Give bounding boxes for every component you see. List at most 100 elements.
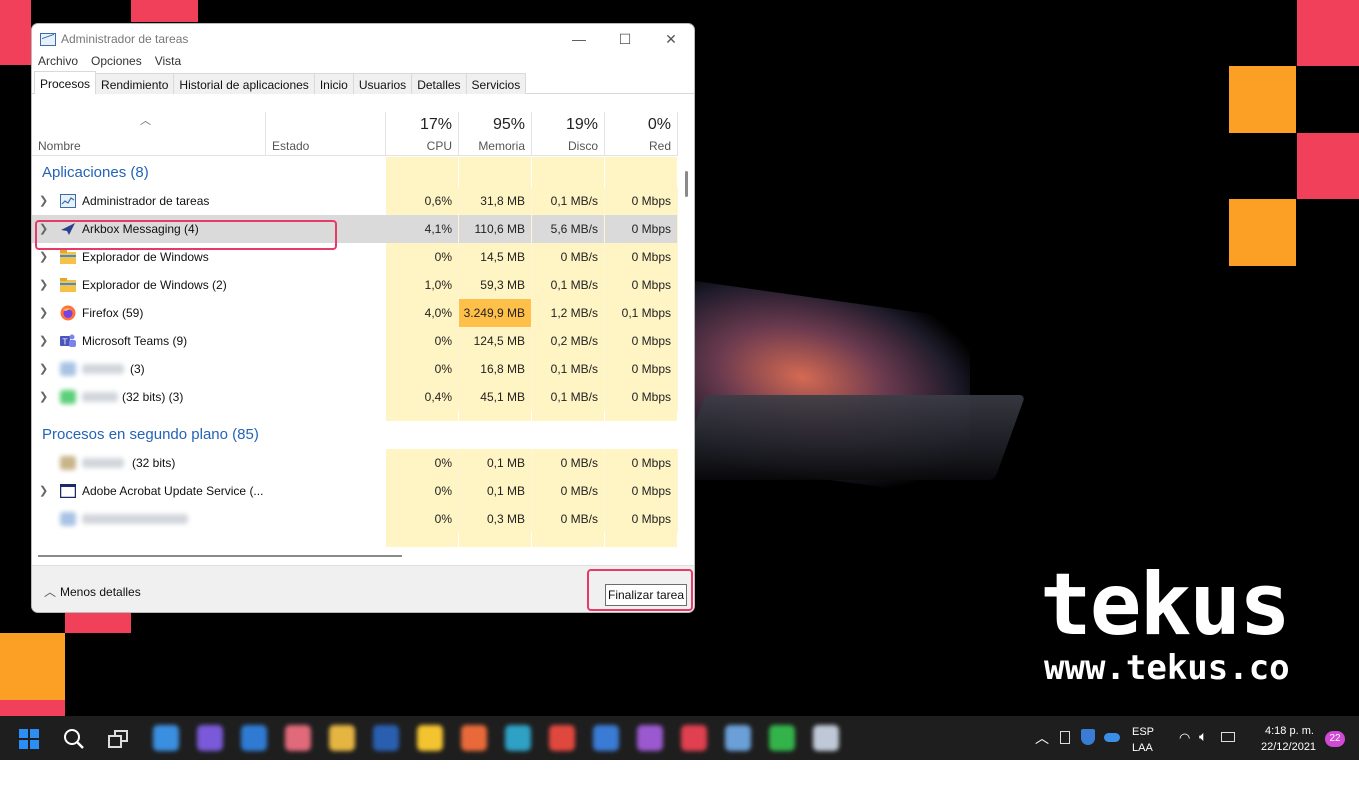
column-name[interactable]: ︿ Nombre <box>32 112 266 156</box>
taskbar-app-icon[interactable] <box>373 725 399 751</box>
onedrive-cloud-icon[interactable] <box>1104 733 1120 742</box>
taskbar-app-icon[interactable] <box>769 725 795 751</box>
chevron-up-icon[interactable]: ︿ <box>1035 728 1049 748</box>
scrollbar-thumb[interactable] <box>38 555 402 557</box>
blurred-name-icon <box>82 392 118 402</box>
task-view-icon[interactable] <box>108 730 130 748</box>
taskbar-app-icon[interactable] <box>593 725 619 751</box>
menu-archivo[interactable]: Archivo <box>38 54 78 72</box>
column-state[interactable]: Estado <box>266 112 386 156</box>
battery-icon[interactable] <box>1221 732 1235 742</box>
disk-value: 0,2 MB/s <box>532 327 605 355</box>
taskbar-app-icon[interactable] <box>329 725 355 751</box>
clock-date[interactable]: 22/12/2021 <box>1261 741 1316 753</box>
expand-chevron-icon[interactable]: ❯ <box>39 327 48 355</box>
group-header-background[interactable]: Procesos en segundo plano (85) <box>32 421 678 449</box>
maximize-button[interactable]: ☐ <box>602 24 648 54</box>
disk-value: 5,6 MB/s <box>532 215 605 243</box>
security-shield-icon[interactable] <box>1081 729 1095 745</box>
menu-opciones[interactable]: Opciones <box>91 54 142 72</box>
table-row[interactable]: ❯ Adobe Acrobat Update Service (... 0% 0… <box>32 477 678 505</box>
table-row[interactable]: ❯ Firefox (59) 4,0% 3.249,9 MB 1,2 MB/s … <box>32 299 678 327</box>
column-cpu[interactable]: 17% CPU <box>386 112 459 156</box>
column-disk[interactable]: 19% Disco <box>532 112 605 156</box>
wallpaper-tile <box>0 700 65 716</box>
table-row[interactable]: ❯ (3) 0% 16,8 MB 0,1 MB/s 0 Mbps <box>32 355 678 383</box>
cpu-value: 4,0% <box>386 299 459 327</box>
tab-usuarios[interactable]: Usuarios <box>352 73 413 94</box>
search-icon[interactable] <box>63 728 85 750</box>
taskbar-app-icon[interactable] <box>505 725 531 751</box>
memory-value: 110,6 MB <box>459 215 532 243</box>
title-bar[interactable]: Administrador de tareas — ☐ ✕ <box>32 24 694 54</box>
process-name: (32 bits) (3) <box>122 390 184 404</box>
taskbar-app-icon[interactable] <box>241 725 267 751</box>
memory-value: 14,5 MB <box>459 243 532 271</box>
expand-chevron-icon[interactable]: ❯ <box>39 187 48 215</box>
memory-value: 45,1 MB <box>459 383 532 411</box>
keyboard-layout[interactable]: LAA <box>1132 742 1153 754</box>
column-state-label: Estado <box>272 139 310 153</box>
menu-vista[interactable]: Vista <box>155 54 181 72</box>
process-name: Microsoft Teams (9) <box>82 334 188 348</box>
network-value: 0 Mbps <box>605 215 678 243</box>
process-name: Adobe Acrobat Update Service (... <box>82 484 264 498</box>
expand-chevron-icon[interactable]: ❯ <box>39 271 48 299</box>
cpu-value: 0% <box>386 477 459 505</box>
table-row[interactable]: ❯ (32 bits) (3) 0,4% 45,1 MB 0,1 MB/s 0 … <box>32 383 678 411</box>
tray-app-icon[interactable] <box>1060 731 1070 744</box>
tab-rendimiento[interactable]: Rendimiento <box>95 73 175 94</box>
scrollbar-thumb[interactable] <box>685 171 688 197</box>
column-memory[interactable]: 95% Memoria <box>459 112 532 156</box>
cpu-label: CPU <box>426 139 452 153</box>
tab-historial[interactable]: Historial de aplicaciones <box>173 73 315 94</box>
minimize-button[interactable]: — <box>556 24 602 54</box>
cpu-value: 0% <box>386 449 459 477</box>
expand-chevron-icon[interactable]: ❯ <box>39 299 48 327</box>
language-code[interactable]: ESP <box>1132 726 1154 738</box>
taskbar-app-icon[interactable] <box>197 725 223 751</box>
taskbar-app-icon[interactable] <box>285 725 311 751</box>
task-manager-icon <box>60 194 76 208</box>
table-row[interactable]: (32 bits) 0% 0,1 MB 0 MB/s 0 Mbps <box>32 449 678 477</box>
expand-chevron-icon[interactable]: ❯ <box>39 477 48 505</box>
vertical-scrollbar[interactable] <box>680 157 694 547</box>
cpu-value: 4,1% <box>386 215 459 243</box>
taskbar-app-icon[interactable] <box>549 725 575 751</box>
tab-inicio[interactable]: Inicio <box>313 73 354 94</box>
taskbar-app-icon[interactable] <box>461 725 487 751</box>
memory-value: 0,1 MB <box>459 449 532 477</box>
end-task-button[interactable]: Finalizar tarea <box>605 584 687 606</box>
network-value: 0 Mbps <box>605 355 678 383</box>
table-row[interactable]: ❯ T Microsoft Teams (9) 0% 124,5 MB 0,2 … <box>32 327 678 355</box>
taskbar-app-icon[interactable] <box>153 725 179 751</box>
network-label: Red <box>648 139 671 153</box>
table-row[interactable]: ❯ Explorador de Windows (2) 1,0% 59,3 MB… <box>32 271 678 299</box>
tab-servicios[interactable]: Servicios <box>465 73 527 94</box>
start-button[interactable] <box>19 729 39 749</box>
table-row[interactable]: ❯ Administrador de tareas 0,6% 31,8 MB 0… <box>32 187 678 215</box>
horizontal-scrollbar[interactable] <box>32 549 680 563</box>
taskbar-app-icon[interactable] <box>417 725 443 751</box>
clock-time[interactable]: 4:18 p. m. <box>1265 725 1314 737</box>
group-header-apps[interactable]: Aplicaciones (8) <box>32 159 678 187</box>
expand-chevron-icon[interactable]: ❯ <box>39 355 48 383</box>
expand-chevron-icon[interactable]: ❯ <box>39 383 48 411</box>
taskbar-app-icon[interactable] <box>637 725 663 751</box>
memory-value-high: 3.249,9 MB <box>459 299 532 327</box>
taskbar-app-icon[interactable] <box>813 725 839 751</box>
notification-badge[interactable]: 22 <box>1325 731 1345 747</box>
tab-detalles[interactable]: Detalles <box>411 73 467 94</box>
disk-value: 0 MB/s <box>532 505 605 533</box>
tab-procesos[interactable]: Procesos <box>34 71 97 94</box>
close-button[interactable]: ✕ <box>648 24 694 54</box>
taskbar-app-icon[interactable] <box>725 725 751 751</box>
table-row[interactable]: 0% 0,3 MB 0 MB/s 0 Mbps <box>32 505 678 533</box>
wifi-icon[interactable]: ◠ <box>1179 730 1190 746</box>
less-details-toggle[interactable]: ︿ Menos detalles <box>44 583 141 600</box>
column-network[interactable]: 0% Red <box>605 112 678 156</box>
network-value: 0 Mbps <box>605 477 678 505</box>
volume-icon[interactable]: 🔈︎ <box>1199 728 1207 745</box>
taskbar-app-icon[interactable] <box>681 725 707 751</box>
wallpaper-tile <box>1229 66 1296 133</box>
